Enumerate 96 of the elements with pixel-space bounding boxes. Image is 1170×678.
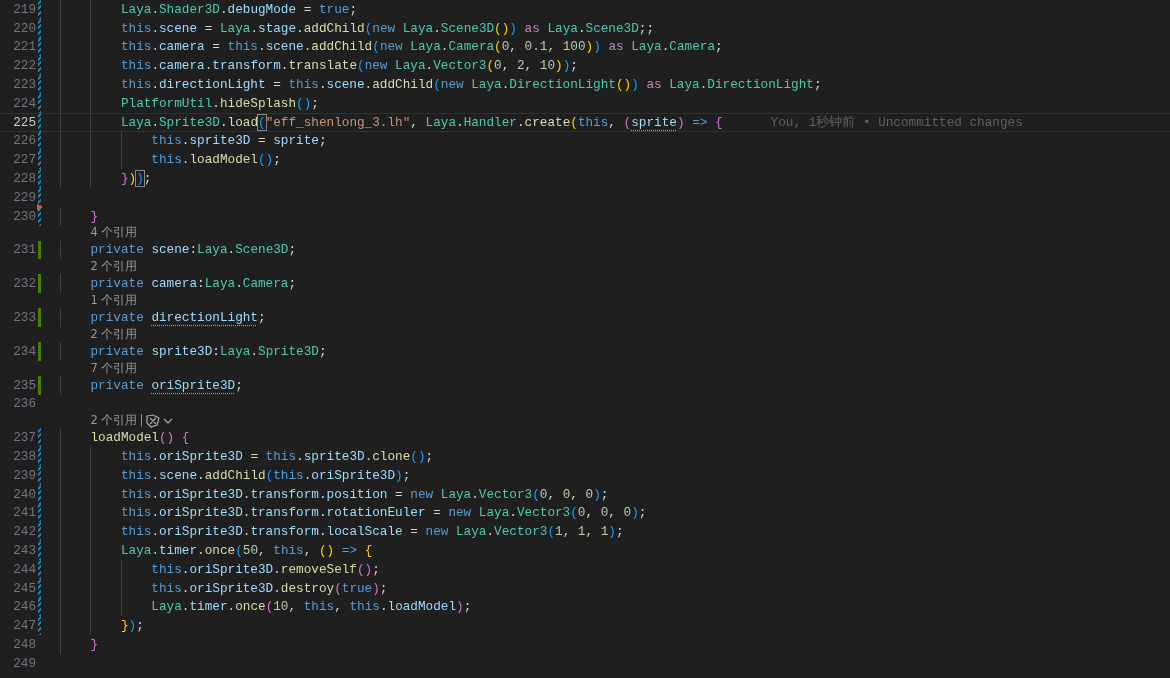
code-text: this.camera = this.scene.addChild(new Laya.Camera(0, 0.1, 100)) as Laya.Camera; [119,38,723,57]
code-text: })); [119,170,152,189]
change-marker[interactable] [38,169,41,188]
line-number: 230 [12,207,36,226]
line-number: 228 [12,170,36,189]
change-marker[interactable] [38,465,41,485]
line-number: 225 [12,113,36,132]
change-marker[interactable] [38,131,41,151]
line-number: 231 [12,241,36,260]
code-text: private directionLight; [89,309,266,328]
code-text: private sprite3D:Laya.Sprite3D; [89,342,327,361]
line-number: 243 [12,542,36,560]
change-marker[interactable] [38,559,41,579]
code-text: }); [119,617,144,636]
reference-count-link[interactable]: 4 个引用 [90,224,138,242]
blame-annotation: You, 1秒钟前 • Uncommitted changes [770,113,1023,132]
change-marker[interactable] [38,150,41,170]
change-marker[interactable] [38,375,41,395]
code-text: private scene:Laya.Scene3D; [89,241,297,260]
reference-count-link[interactable]: 2 个引用 [90,258,138,276]
change-marker[interactable] [38,484,41,504]
reference-count-link[interactable]: 7 个引用 [90,359,138,377]
code-text: Laya.Sprite3D.load("eff_shenlong_3.lh", Laya.Handler.create(this, (sprite) => { [119,113,723,132]
change-marker[interactable] [38,187,41,207]
reference-count-link[interactable]: 2 个引用 [90,412,138,430]
line-number: 235 [12,376,36,395]
reference-count-link[interactable]: 2 个引用 [90,325,138,344]
change-marker[interactable] [38,597,41,617]
change-marker[interactable] [38,112,41,132]
line-number: 221 [12,38,36,57]
code-text: Laya.timer.once(10, this, this.loadModel); [150,598,472,617]
line-number: 236 [12,395,36,414]
line-number: 238 [12,448,36,466]
change-marker[interactable] [38,75,41,94]
code-text: this.oriSprite3D.destroy(true); [150,579,388,598]
line-number: 223 [12,76,36,95]
code-text: private camera:Laya.Camera; [89,275,297,294]
change-marker[interactable] [38,274,41,294]
line-number: 222 [12,57,36,76]
line-number: 234 [12,342,36,361]
change-marker[interactable] [38,37,41,57]
change-marker[interactable] [38,18,41,38]
line-number: 232 [12,275,36,294]
line-number: 237 [12,429,36,448]
separator: | [139,412,144,430]
code-text: this.directionLight = this.scene.addChild(new Laya.DirectionLight()) as Laya.DirectionLight; [119,76,822,95]
line-number: 244 [12,560,36,579]
line-number: 248 [12,636,36,654]
code-text: Laya.timer.once(50, this, () => { [119,542,373,560]
code-text: this.oriSprite3D = this.sprite3D.clone(); [119,448,434,466]
line-number: 242 [12,523,36,542]
code-text: this.oriSprite3D.removeSelf(); [150,560,380,579]
change-marker[interactable] [38,308,41,327]
change-marker[interactable] [38,428,41,448]
line-number: 239 [12,466,36,485]
change-marker[interactable] [38,503,41,523]
line-number: 224 [12,94,36,113]
code-text: loadModel() { [89,429,190,448]
change-marker[interactable] [38,56,41,76]
change-marker[interactable] [38,616,41,636]
code-text: this.loadModel(); [150,151,281,170]
code-text: this.oriSprite3D.transform.rotationEuler = new Laya.Vector3(0, 0, 0); [119,504,647,523]
change-marker[interactable] [38,94,41,113]
line-number: 226 [12,132,36,151]
change-marker[interactable] [38,0,41,19]
line-number: 246 [12,598,36,617]
code-text: this.camera.transform.translate(new Laya.Vector3(0, 2, 10)); [119,57,578,76]
code-text: this.oriSprite3D.transform.position = new Laya.Vector3(0, 0, 0); [119,485,609,504]
code-text: private oriSprite3D; [89,376,243,395]
change-marker[interactable] [38,341,41,361]
deletion-marker-icon[interactable] [37,203,43,210]
line-number: 219 [12,0,36,19]
code-text: PlatformUtil.hideSplash(); [119,94,319,113]
code-text: this.scene.addChild(this.oriSprite3D); [119,466,411,485]
change-marker[interactable] [38,447,41,466]
reference-count-link[interactable]: 1 个引用 [90,292,138,310]
line-number: 247 [12,617,36,636]
change-marker[interactable] [38,578,41,598]
change-marker[interactable] [38,541,41,560]
change-marker[interactable] [38,240,41,260]
code-text: } [89,207,99,226]
code-text: } [89,636,99,654]
change-marker[interactable] [38,206,41,226]
line-number: 227 [12,151,36,170]
code-text: Laya.Shader3D.debugMode = true; [119,0,357,19]
code-text: this.oriSprite3D.transform.localScale = new Laya.Vector3(1, 1, 1); [119,523,624,542]
line-number: 229 [12,188,36,207]
line-number: 240 [12,485,36,504]
line-number: 249 [12,654,36,673]
code-text: this.scene = Laya.stage.addChild(new Laya.Scene3D()) as Laya.Scene3D;; [119,19,655,38]
line-number: 220 [12,19,36,38]
change-marker[interactable] [38,522,41,542]
line-number: 245 [12,579,36,598]
line-number: 233 [12,309,36,328]
code-text: this.sprite3D = sprite; [150,132,327,151]
line-number: 241 [12,504,36,523]
